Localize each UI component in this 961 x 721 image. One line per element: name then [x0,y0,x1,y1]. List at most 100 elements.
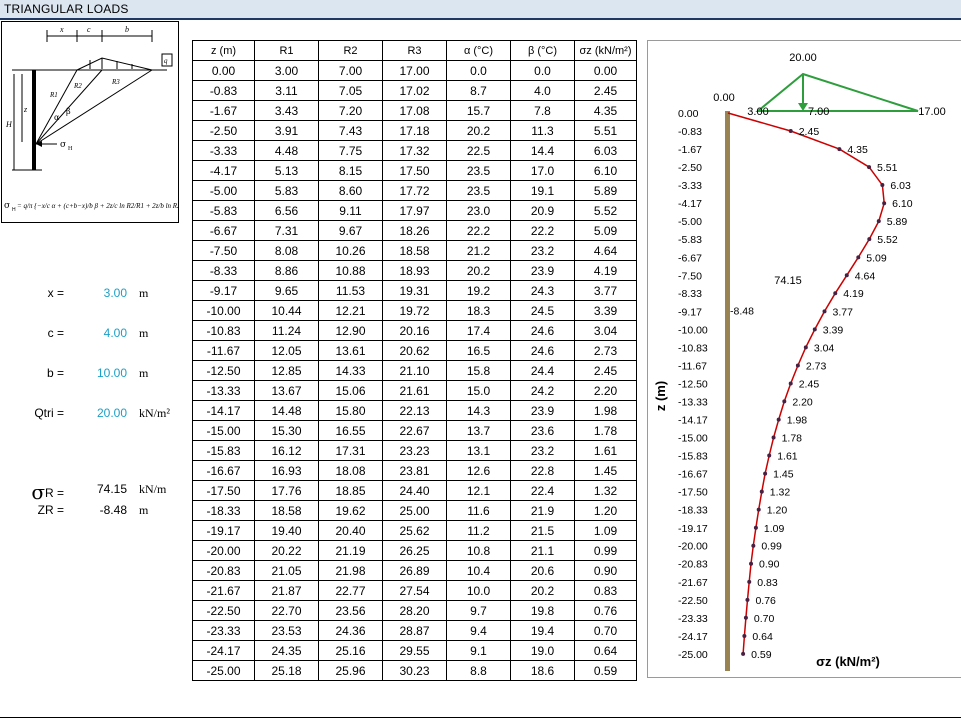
table-cell: 3.91 [254,120,319,141]
table-cell: 17.08 [382,100,447,121]
table-cell: 8.60 [318,180,383,201]
table-cell: 8.8 [446,660,511,681]
table-cell: -20.00 [192,540,255,561]
z-tick-label: -23.33 [678,613,708,625]
table-cell: 0.0 [510,60,575,81]
table-cell: 27.54 [382,580,447,601]
table-cell: 22.2 [446,220,511,241]
svg-text:R1: R1 [49,91,58,99]
table-cell: 0.00 [192,60,255,81]
table-cell: 21.05 [254,560,319,581]
sigma-r-suffix: R = [44,486,64,500]
table-cell: 17.18 [382,120,447,141]
data-label: 2.45 [799,378,820,390]
table-cell: 3.39 [574,300,637,321]
table-cell: 16.5 [446,340,511,361]
table-cell: 23.9 [510,400,575,421]
bottom-rule [0,717,961,718]
table-cell: 17.31 [318,440,383,461]
table-cell: 2.20 [574,380,637,401]
z-tick-label: -10.00 [678,324,708,336]
z-tick-label: -6.67 [678,252,702,264]
c-value[interactable]: 4.00 [77,326,127,340]
table-cell: 12.21 [318,300,383,321]
table-cell: 22.8 [510,460,575,481]
table-cell: -9.17 [192,280,255,301]
z-tick-label: -11.67 [678,361,707,373]
svg-text:H: H [68,146,73,152]
table-cell: 24.6 [510,340,575,361]
z-tick-label: -17.50 [678,487,708,499]
zr-value: -8.48 [99,503,127,517]
z-tick-label: -16.67 [678,469,708,481]
z-tick-label: -15.83 [678,451,708,463]
table-cell: 15.30 [254,420,319,441]
table-cell: 16.12 [254,440,319,461]
table-cell: 22.5 [446,140,511,161]
table-row: -4.17 5.13 8.15 17.50 23.5 17.0 6.10 [192,160,637,181]
x-value[interactable]: 3.00 [77,286,127,300]
table-cell: 11.6 [446,500,511,521]
table-cell: 4.64 [574,240,637,261]
data-label: 5.51 [877,162,898,174]
table-cell: 26.89 [382,560,447,581]
table-cell: 23.5 [446,180,511,201]
table-cell: 30.23 [382,660,447,681]
data-label: 1.61 [777,451,798,463]
table-cell: -22.50 [192,600,255,621]
table-cell: 7.43 [318,120,383,141]
data-label: 5.09 [866,252,887,264]
table-cell: 17.50 [382,160,447,181]
z-tick-label: -18.33 [678,505,708,517]
data-point [745,597,750,602]
table-cell: -21.67 [192,580,255,601]
svg-text:b: b [125,25,129,34]
load-triangle [755,72,919,112]
table-cell: 1.20 [574,500,637,521]
data-point [844,273,849,278]
table-row: -10.00 10.44 12.21 19.72 18.3 24.5 3.39 [192,300,637,321]
z-tick-label: -12.50 [678,378,708,390]
data-point [856,255,861,260]
table-cell: 11.2 [446,520,511,541]
column-header: R1 [254,40,319,61]
data-label: 3.39 [823,324,844,336]
table-cell: 0.64 [574,640,637,661]
table-cell: -4.17 [192,160,255,181]
data-label: 4.35 [847,144,868,156]
z-tick-label: -5.83 [678,234,702,246]
data-point [753,525,758,530]
table-cell: -5.00 [192,180,255,201]
table-cell: -3.33 [192,140,255,161]
data-label: 3.04 [814,342,835,354]
data-point [837,147,842,152]
table-row: -16.67 16.93 18.08 23.81 12.6 22.8 1.45 [192,460,637,481]
b-value[interactable]: 10.00 [77,366,127,380]
table-cell: 15.80 [318,400,383,421]
stress-chart-svg: 20.00 3.00 7.00 17.00 0.00 0.00 -0.83 -1.67 -2.5… [653,52,946,671]
table-cell: 5.83 [254,180,319,201]
table-cell: 24.2 [510,380,575,401]
table-cell: 23.81 [382,460,447,481]
table-cell: 0.99 [574,540,637,561]
table-cell: 9.65 [254,280,319,301]
table-cell: 5.89 [574,180,637,201]
table-cell: 21.2 [446,240,511,261]
table-cell: 22.70 [254,600,319,621]
table-row: 0.00 3.00 7.00 17.00 0.0 0.0 0.00 [192,60,637,81]
data-label: 4.64 [855,270,876,282]
table-row: -19.17 19.40 20.40 25.62 11.2 21.5 1.09 [192,520,637,541]
table-cell: -1.67 [192,100,255,121]
table-row: -13.33 13.67 15.06 21.61 15.0 24.2 2.20 [192,380,637,401]
table-cell: 3.00 [254,60,319,81]
table-cell: 20.2 [446,120,511,141]
table-cell: 28.87 [382,620,447,641]
z-tick-label: -9.17 [678,306,702,318]
resultant-value: 74.15 [774,275,802,287]
qtri-value[interactable]: 20.00 [77,406,127,420]
table-cell: 20.22 [254,540,319,561]
table-cell: -25.00 [192,660,255,681]
table-cell: 5.09 [574,220,637,241]
z-tick-label: -8.33 [678,288,702,300]
table-cell: 1.32 [574,480,637,501]
